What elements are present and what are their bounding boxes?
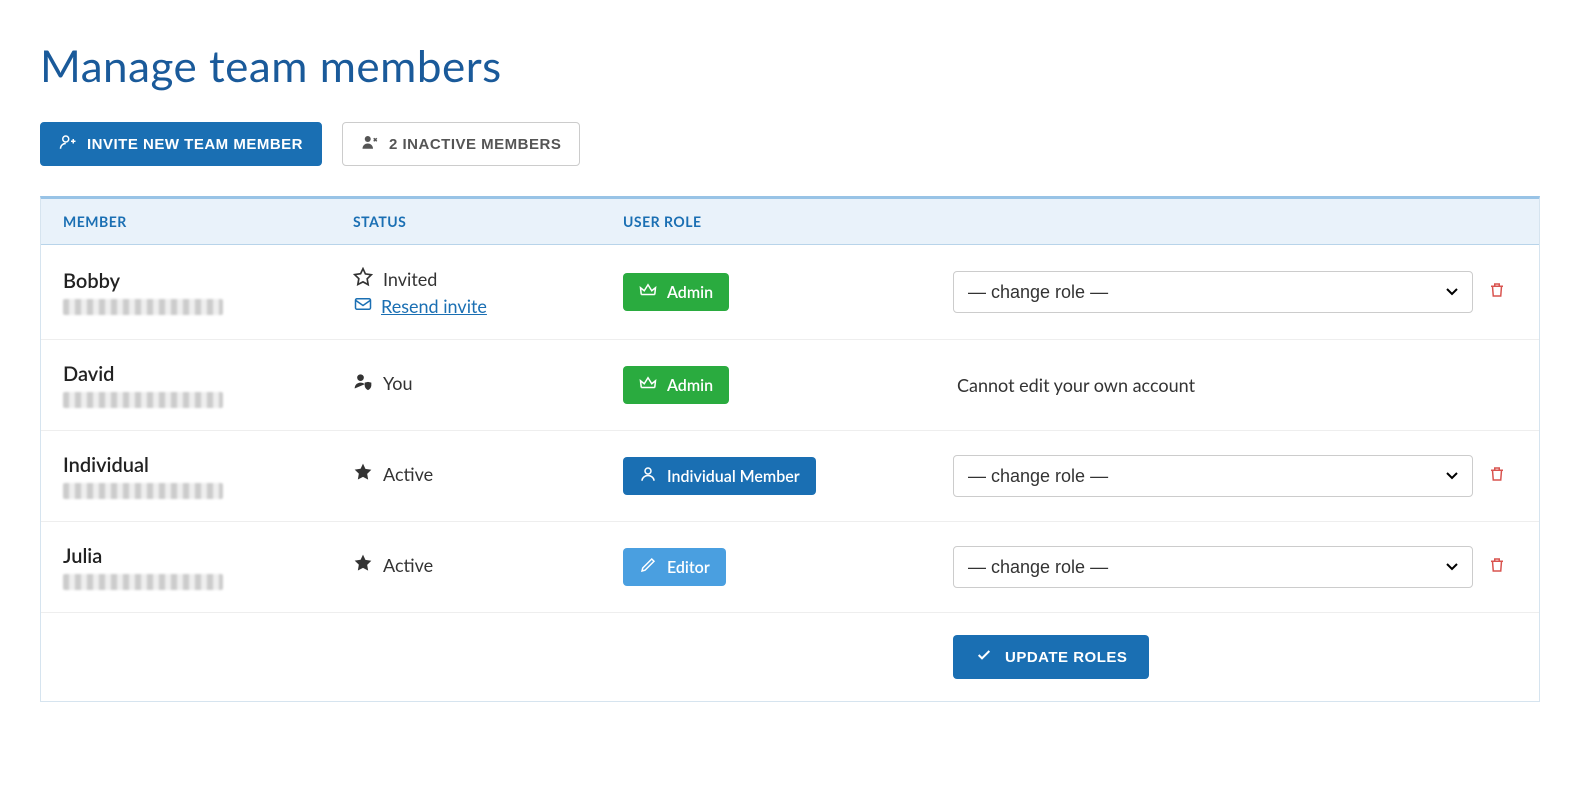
pencil-icon [639,556,657,578]
member-cell: David [63,362,353,408]
status-cell: Active [353,553,623,581]
member-name: Bobby [63,269,353,293]
role-badge-label: Admin [667,283,713,302]
member-name: David [63,362,353,386]
star-outline-icon [353,267,373,291]
user-x-icon [361,133,379,155]
delete-member-button[interactable] [1488,464,1506,488]
role-cell: Admin [623,273,953,311]
table-footer: UPDATE ROLES [41,613,1539,701]
user-plus-icon [59,133,77,155]
change-role-cell: — change role — [953,455,1477,497]
resend-invite-label: Resend invite [381,295,487,317]
member-email-redacted [63,574,223,590]
table-row: Bobby Invited Resend invite Admin — chan… [41,245,1539,340]
change-role-select[interactable]: — change role — [953,546,1473,588]
role-badge: Editor [623,548,726,586]
status-cell: Active [353,462,623,490]
role-badge-label: Editor [667,558,710,577]
col-role-header: USER ROLE [623,213,953,230]
crown-icon [639,281,657,303]
update-roles-button[interactable]: UPDATE ROLES [953,635,1149,679]
col-status-header: STATUS [353,213,623,230]
members-table: MEMBER STATUS USER ROLE Bobby Invited Re… [40,196,1540,702]
trash-icon [1488,285,1506,304]
member-name: Julia [63,544,353,568]
crown-icon [639,374,657,396]
col-member-header: MEMBER [63,213,353,230]
member-cell: Julia [63,544,353,590]
role-badge-label: Individual Member [667,467,800,486]
member-cell: Individual [63,453,353,499]
change-role-select[interactable]: — change role — [953,271,1473,313]
status-cell: You [353,371,623,399]
trash-icon [1488,469,1506,488]
user-shield-icon [353,371,373,395]
table-row: David You Admin Cannot edit your own acc… [41,340,1539,431]
role-cell: Admin [623,366,953,404]
inactive-members-button[interactable]: 2 INACTIVE MEMBERS [342,122,580,166]
change-role-cell: — change role — [953,271,1477,313]
member-cell: Bobby [63,269,353,315]
role-badge: Admin [623,366,729,404]
trash-icon [1488,560,1506,579]
role-cell: Editor [623,548,953,586]
inactive-members-label: 2 INACTIVE MEMBERS [389,136,561,153]
table-header: MEMBER STATUS USER ROLE [41,199,1539,245]
table-row: Julia Active Editor — change role — [41,522,1539,613]
locked-account-text: Cannot edit your own account [953,374,1477,396]
member-email-redacted [63,483,223,499]
invite-button[interactable]: INVITE NEW TEAM MEMBER [40,122,322,166]
update-roles-label: UPDATE ROLES [1005,649,1127,666]
member-email-redacted [63,299,223,315]
invite-button-label: INVITE NEW TEAM MEMBER [87,136,303,153]
status-cell: Invited Resend invite [353,267,623,317]
star-fill-icon [353,462,373,486]
check-icon [975,647,993,667]
status-label: Active [383,554,433,576]
action-bar: INVITE NEW TEAM MEMBER 2 INACTIVE MEMBER… [40,122,1540,166]
star-fill-icon [353,553,373,577]
status-label: Active [383,463,433,485]
role-cell: Individual Member [623,457,953,495]
delete-member-button[interactable] [1488,280,1506,304]
status-label: Invited [383,268,437,290]
change-role-cell: — change role — [953,546,1477,588]
member-email-redacted [63,392,223,408]
role-badge-label: Admin [667,376,713,395]
member-name: Individual [63,453,353,477]
change-role-cell: Cannot edit your own account [953,374,1477,396]
envelope-icon [353,295,373,317]
change-role-select[interactable]: — change role — [953,455,1473,497]
role-badge: Individual Member [623,457,816,495]
role-badge: Admin [623,273,729,311]
table-row: Individual Active Individual Member — ch… [41,431,1539,522]
status-label: You [383,372,413,394]
delete-member-button[interactable] [1488,555,1506,579]
resend-invite-link[interactable]: Resend invite [353,295,487,317]
person-icon [639,465,657,487]
page-title: Manage team members [40,40,1540,92]
